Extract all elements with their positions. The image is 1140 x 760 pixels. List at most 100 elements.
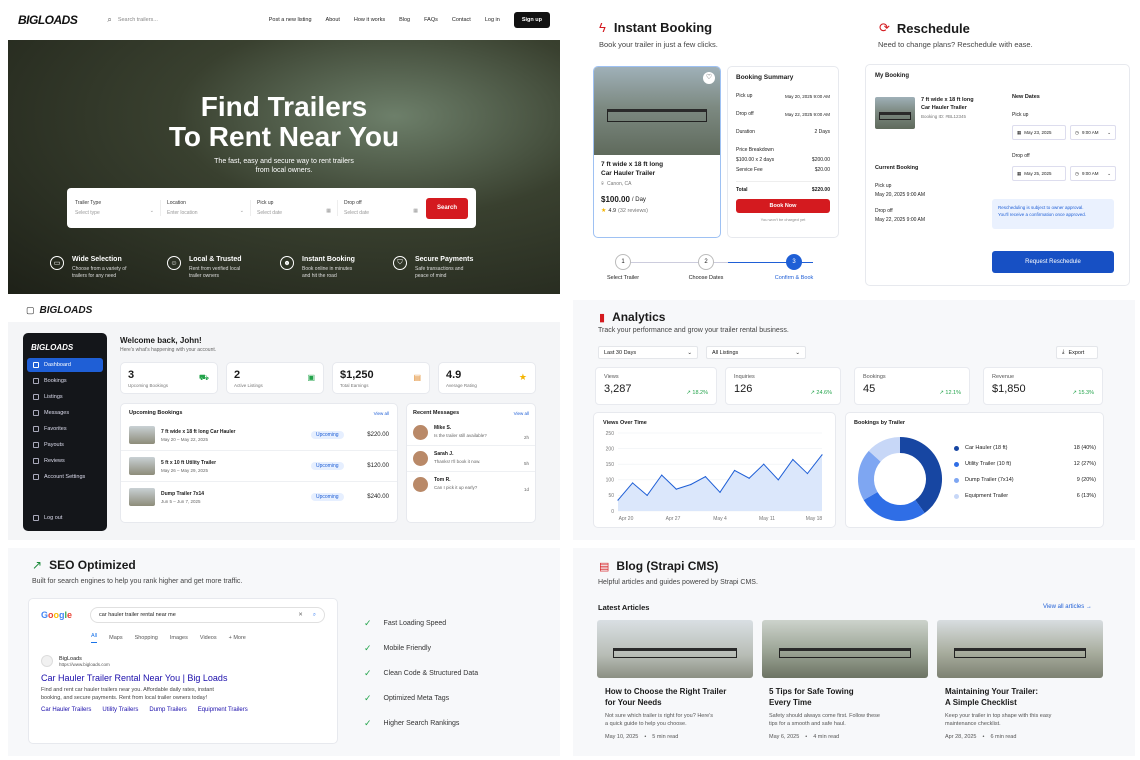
view-all-bookings-link[interactable]: View all	[374, 411, 389, 416]
article-card[interactable]: 5 Tips for Safe Towing Every Time Safety…	[762, 620, 928, 748]
export-button[interactable]: ⤓ Export	[1056, 346, 1098, 359]
booking-row[interactable]: 7 ft wide x 18 ft long Car Hauler May 20 …	[121, 420, 397, 451]
tab-shopping[interactable]: Shopping	[135, 635, 158, 641]
pickup-date-picker[interactable]: ▦ May 23, 2025	[1012, 125, 1066, 140]
search-bar[interactable]: ⌕ Search trailers...	[107, 15, 237, 25]
close-icon[interactable]: ✕	[298, 612, 303, 618]
truck-icon: ⛟	[198, 373, 209, 382]
book-now-button[interactable]: Book Now	[736, 199, 830, 213]
listing-name-line1: 7 ft wide x 18 ft long	[601, 161, 664, 168]
stat-value: 3	[128, 369, 135, 381]
pickup-field[interactable]: Pick up Select date ▦	[251, 200, 338, 216]
sitelink[interactable]: Utility Trailers	[102, 707, 138, 713]
sidebar-item-label: Bookings	[44, 378, 67, 384]
legend-swatch	[954, 445, 959, 451]
message-icon	[33, 410, 39, 416]
listing-card[interactable]: ♡ 7 ft wide x 18 ft long Car Hauler Trai…	[593, 66, 721, 238]
sitelink[interactable]: Dump Trailers	[149, 707, 186, 713]
booking-summary: Booking Summary Pick up May 20, 2025 9:00…	[727, 66, 839, 238]
booking-row[interactable]: 5 ft x 10 ft Utility Trailer May 26 – May…	[121, 451, 397, 482]
nav-contact[interactable]: Contact	[452, 17, 471, 23]
tab-videos[interactable]: Videos	[200, 635, 217, 641]
sidebar-item-messages[interactable]: Messages	[27, 406, 103, 420]
tab-all[interactable]: All	[91, 633, 98, 643]
dropoff-date-picker[interactable]: ▦ May 25, 2025	[1012, 166, 1066, 181]
message-row[interactable]: Sarah J. Thanks! I'll book it now. 5h	[407, 446, 535, 472]
charge-note: You won't be charged yet	[760, 217, 806, 222]
article-excerpt: Safety should always come first. Follow …	[769, 713, 880, 719]
heart-icon[interactable]: ♡	[703, 72, 715, 84]
logo[interactable]: BIGLOADS	[18, 13, 78, 27]
check-icon: ✓	[364, 718, 372, 728]
sidebar-item-logout[interactable]: Log out	[27, 511, 103, 525]
nav-faqs[interactable]: FAQs	[424, 17, 438, 23]
sidebar-item-dashboard[interactable]: Dashboard	[27, 358, 103, 372]
google-search-box[interactable]: car hauler trailer rental near me ✕ ⌕	[90, 607, 325, 623]
search-input[interactable]: Search trailers...	[118, 17, 238, 23]
nav-about[interactable]: About	[326, 17, 340, 23]
sidebar-item-favorites[interactable]: Favorites	[27, 422, 103, 436]
pickup-label: Pick up	[736, 93, 753, 99]
location-field[interactable]: Location Enter location ⌄	[161, 200, 251, 216]
tab-images[interactable]: Images	[170, 635, 188, 641]
legend-value: 9 (20%)	[1076, 477, 1096, 483]
view-all-messages-link[interactable]: View all	[514, 411, 529, 416]
instant-booking-subtitle: Book your trailer in just a few clicks.	[599, 40, 718, 49]
booking-row[interactable]: Dump Trailer 7x14 Jun 5 – Jun 7, 2025 Upc…	[121, 482, 397, 512]
date-range-select[interactable]: Last 30 Days ⌄	[598, 346, 698, 359]
stat-average-rating: 4.9 Average Rating ★	[438, 362, 536, 394]
article-card[interactable]: How to Choose the Right Trailer for Your…	[597, 620, 753, 748]
view-all-articles-link[interactable]: View all articles →	[1043, 604, 1092, 610]
sidebar-item-account-settings[interactable]: Account Settings	[27, 470, 103, 484]
article-card[interactable]: Maintaining Your Trailer: A Simple Check…	[937, 620, 1103, 748]
views-point	[821, 454, 823, 456]
tab-maps[interactable]: Maps	[109, 635, 122, 641]
stat-value: 2	[234, 369, 241, 381]
seo-feature-label: Optimized Meta Tags	[383, 695, 450, 702]
nav-blog[interactable]: Blog	[399, 17, 410, 23]
pickup-time-picker[interactable]: ◷ 9:00 AM ⌄	[1070, 125, 1116, 140]
calendar-icon: ▦	[413, 208, 418, 214]
sitelink[interactable]: Equipment Trailers	[198, 707, 248, 713]
stat-active-listings: 2 Active Listings ▣	[226, 362, 324, 394]
booking-id: Booking ID: #BL12345	[921, 114, 967, 119]
legend-label: Equipment Trailer	[965, 493, 1009, 499]
message-preview: Can I pick it up early?	[434, 485, 478, 490]
kpi-inquiries: Inquiries 126 ↗ 24.6%	[725, 367, 841, 405]
feature-local-trusted: ☺ Local & Trusted Rent from verified loca…	[167, 256, 280, 280]
sidebar-item-bookings[interactable]: Bookings	[27, 374, 103, 388]
signup-button[interactable]: Sign up	[513, 12, 550, 28]
trailer-type-select[interactable]: Select type	[75, 210, 100, 216]
nav-post-listing[interactable]: Post a new listing	[269, 17, 312, 23]
request-reschedule-button[interactable]: Request Reschedule	[992, 251, 1114, 273]
message-row[interactable]: Tom R. Can I pick it up early? 1d	[407, 472, 535, 497]
pickup-date-input[interactable]: Select date	[257, 210, 282, 216]
search-icon[interactable]: ⌕	[313, 612, 316, 619]
sidebar-item-label: Messages	[44, 410, 70, 416]
tab-more[interactable]: + More	[229, 635, 246, 641]
listing-filter-select[interactable]: All Listings ⌄	[706, 346, 806, 359]
my-booking-title: My Booking	[875, 73, 909, 79]
current-booking-title: Current Booking	[875, 165, 919, 171]
dropoff-field[interactable]: Drop off Select date ▦	[338, 200, 424, 216]
sidebar-item-payouts[interactable]: Payouts	[27, 438, 103, 452]
search-button[interactable]: Search	[426, 197, 468, 219]
nav-how-it-works[interactable]: How it works	[354, 17, 385, 23]
breakdown-label: Price Breakdown	[736, 147, 774, 153]
nav-login[interactable]: Log in	[485, 17, 500, 23]
sitelink[interactable]: Car Hauler Trailers	[41, 707, 91, 713]
trailer-type-field[interactable]: Trailer Type Select type ⌄	[75, 200, 161, 216]
dropoff-time-picker[interactable]: ◷ 9:00 AM ⌄	[1070, 166, 1116, 181]
dropoff-date-input[interactable]: Select date	[344, 210, 369, 216]
location-input[interactable]: Enter location	[167, 210, 198, 216]
feature-desc: Choose from a variety of	[72, 266, 127, 272]
dashboard-logo[interactable]: BIGLOADS	[40, 305, 93, 316]
message-row[interactable]: Mike S. Is the trailer still available? 2h	[407, 420, 535, 446]
dropoff-value: May 22, 2025 9:00 AM	[784, 111, 830, 117]
sidebar-logo: BIGLOADS	[31, 343, 74, 352]
fee-label: Service Fee	[736, 167, 763, 173]
views-point	[792, 458, 794, 461]
sidebar-item-listings[interactable]: Listings	[27, 390, 103, 404]
sidebar-item-reviews[interactable]: Reviews	[27, 454, 103, 468]
result-title-link[interactable]: Car Hauler Trailer Rental Near You | Big…	[41, 673, 325, 683]
